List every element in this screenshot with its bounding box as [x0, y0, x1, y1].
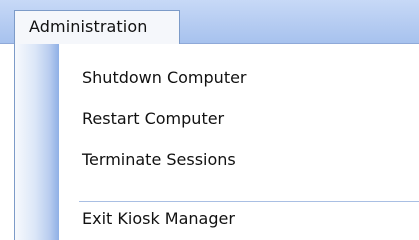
menu-administration[interactable]: Administration	[14, 10, 180, 44]
menu-item-terminate-sessions[interactable]: Terminate Sessions	[59, 143, 419, 177]
menu-item-restart-computer[interactable]: Restart Computer	[59, 102, 419, 136]
menu-item-exit-kiosk-manager[interactable]: Exit Kiosk Manager	[59, 202, 419, 236]
administration-dropdown-menu: Shutdown Computer Restart Computer Termi…	[14, 44, 419, 240]
menu-icon-strip	[15, 44, 59, 240]
menu-item-shutdown-computer[interactable]: Shutdown Computer	[59, 61, 419, 95]
menu-bar: Administration	[0, 0, 419, 44]
